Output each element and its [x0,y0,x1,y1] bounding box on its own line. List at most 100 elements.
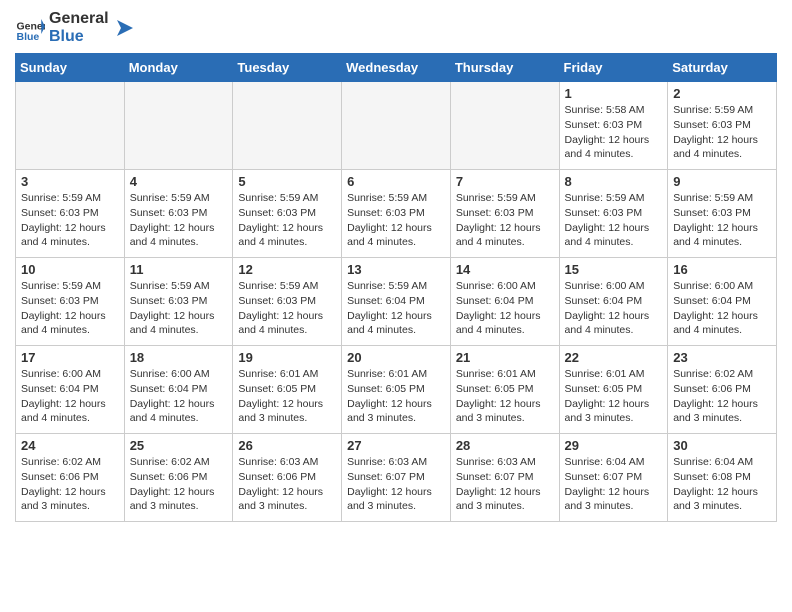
day-info: Sunrise: 5:59 AM Sunset: 6:03 PM Dayligh… [673,103,771,162]
calendar-cell: 2 Sunrise: 5:59 AM Sunset: 6:03 PM Daylig… [668,82,777,170]
weekday-header-row: SundayMondayTuesdayWednesdayThursdayFrid… [16,54,777,82]
calendar-week-row: 10 Sunrise: 5:59 AM Sunset: 6:03 PM Dayli… [16,258,777,346]
day-info: Sunrise: 5:59 AM Sunset: 6:03 PM Dayligh… [347,191,445,250]
calendar-week-row: 17 Sunrise: 6:00 AM Sunset: 6:04 PM Dayli… [16,346,777,434]
day-info: Sunrise: 6:01 AM Sunset: 6:05 PM Dayligh… [347,367,445,426]
weekday-header-friday: Friday [559,54,668,82]
day-number: 10 [21,262,119,277]
day-info: Sunrise: 6:03 AM Sunset: 6:07 PM Dayligh… [347,455,445,514]
logo-icon: General Blue [15,13,45,43]
day-info: Sunrise: 6:04 AM Sunset: 6:08 PM Dayligh… [673,455,771,514]
calendar-body: 1 Sunrise: 5:58 AM Sunset: 6:03 PM Daylig… [16,82,777,522]
calendar-cell: 18 Sunrise: 6:00 AM Sunset: 6:04 PM Dayli… [124,346,233,434]
calendar-cell: 11 Sunrise: 5:59 AM Sunset: 6:03 PM Dayli… [124,258,233,346]
day-number: 8 [565,174,663,189]
calendar-table: SundayMondayTuesdayWednesdayThursdayFrid… [15,53,777,522]
calendar-cell: 7 Sunrise: 5:59 AM Sunset: 6:03 PM Daylig… [450,170,559,258]
calendar-week-row: 24 Sunrise: 6:02 AM Sunset: 6:06 PM Dayli… [16,434,777,522]
day-number: 15 [565,262,663,277]
calendar-cell: 3 Sunrise: 5:59 AM Sunset: 6:03 PM Daylig… [16,170,125,258]
day-number: 9 [673,174,771,189]
day-info: Sunrise: 5:59 AM Sunset: 6:03 PM Dayligh… [565,191,663,250]
day-info: Sunrise: 5:58 AM Sunset: 6:03 PM Dayligh… [565,103,663,162]
day-info: Sunrise: 6:00 AM Sunset: 6:04 PM Dayligh… [673,279,771,338]
day-info: Sunrise: 5:59 AM Sunset: 6:03 PM Dayligh… [21,191,119,250]
day-number: 11 [130,262,228,277]
day-info: Sunrise: 6:03 AM Sunset: 6:06 PM Dayligh… [238,455,336,514]
weekday-header-saturday: Saturday [668,54,777,82]
logo-blue-text: Blue [49,28,109,46]
day-number: 13 [347,262,445,277]
day-info: Sunrise: 5:59 AM Sunset: 6:03 PM Dayligh… [21,279,119,338]
day-number: 2 [673,86,771,101]
calendar-cell: 16Sunrise: 6:00 AM Sunset: 6:04 PM Dayli… [668,258,777,346]
day-info: Sunrise: 5:59 AM Sunset: 6:03 PM Dayligh… [130,279,228,338]
day-info: Sunrise: 5:59 AM Sunset: 6:03 PM Dayligh… [456,191,554,250]
day-info: Sunrise: 5:59 AM Sunset: 6:03 PM Dayligh… [130,191,228,250]
day-info: Sunrise: 6:03 AM Sunset: 6:07 PM Dayligh… [456,455,554,514]
calendar-week-row: 1 Sunrise: 5:58 AM Sunset: 6:03 PM Daylig… [16,82,777,170]
day-number: 26 [238,438,336,453]
day-info: Sunrise: 5:59 AM Sunset: 6:03 PM Dayligh… [238,279,336,338]
day-info: Sunrise: 6:00 AM Sunset: 6:04 PM Dayligh… [456,279,554,338]
calendar-cell: 23Sunrise: 6:02 AM Sunset: 6:06 PM Dayli… [668,346,777,434]
calendar-cell [233,82,342,170]
weekday-header-thursday: Thursday [450,54,559,82]
day-number: 12 [238,262,336,277]
day-number: 18 [130,350,228,365]
day-info: Sunrise: 6:01 AM Sunset: 6:05 PM Dayligh… [238,367,336,426]
calendar-cell: 26 Sunrise: 6:03 AM Sunset: 6:06 PM Dayli… [233,434,342,522]
day-number: 5 [238,174,336,189]
calendar-cell: 25Sunrise: 6:02 AM Sunset: 6:06 PM Dayli… [124,434,233,522]
weekday-header-wednesday: Wednesday [342,54,451,82]
svg-text:Blue: Blue [17,31,40,43]
day-number: 24 [21,438,119,453]
calendar-cell [124,82,233,170]
calendar-week-row: 3 Sunrise: 5:59 AM Sunset: 6:03 PM Daylig… [16,170,777,258]
day-number: 30 [673,438,771,453]
calendar-cell: 21Sunrise: 6:01 AM Sunset: 6:05 PM Dayli… [450,346,559,434]
calendar-cell: 5 Sunrise: 5:59 AM Sunset: 6:03 PM Daylig… [233,170,342,258]
day-number: 1 [565,86,663,101]
calendar-cell: 1 Sunrise: 5:58 AM Sunset: 6:03 PM Daylig… [559,82,668,170]
day-info: Sunrise: 6:04 AM Sunset: 6:07 PM Dayligh… [565,455,663,514]
calendar-cell: 10 Sunrise: 5:59 AM Sunset: 6:03 PM Dayli… [16,258,125,346]
day-number: 21 [456,350,554,365]
day-info: Sunrise: 6:01 AM Sunset: 6:05 PM Dayligh… [565,367,663,426]
calendar-cell: 19 Sunrise: 6:01 AM Sunset: 6:05 PM Dayli… [233,346,342,434]
calendar-cell [450,82,559,170]
calendar-cell: 14 Sunrise: 6:00 AM Sunset: 6:04 PM Dayli… [450,258,559,346]
calendar-cell: 15Sunrise: 6:00 AM Sunset: 6:04 PM Dayli… [559,258,668,346]
day-info: Sunrise: 6:00 AM Sunset: 6:04 PM Dayligh… [130,367,228,426]
weekday-header-tuesday: Tuesday [233,54,342,82]
logo-arrow-icon [113,16,137,40]
day-number: 6 [347,174,445,189]
calendar-cell: 28 Sunrise: 6:03 AM Sunset: 6:07 PM Dayli… [450,434,559,522]
day-info: Sunrise: 6:02 AM Sunset: 6:06 PM Dayligh… [21,455,119,514]
day-number: 17 [21,350,119,365]
day-number: 3 [21,174,119,189]
day-number: 27 [347,438,445,453]
day-number: 20 [347,350,445,365]
calendar-cell: 17 Sunrise: 6:00 AM Sunset: 6:04 PM Dayli… [16,346,125,434]
calendar-cell: 24 Sunrise: 6:02 AM Sunset: 6:06 PM Dayli… [16,434,125,522]
day-number: 29 [565,438,663,453]
day-number: 19 [238,350,336,365]
day-number: 28 [456,438,554,453]
calendar-cell: 29 Sunrise: 6:04 AM Sunset: 6:07 PM Dayli… [559,434,668,522]
calendar-cell: 12 Sunrise: 5:59 AM Sunset: 6:03 PM Dayli… [233,258,342,346]
weekday-header-monday: Monday [124,54,233,82]
day-number: 23 [673,350,771,365]
day-info: Sunrise: 5:59 AM Sunset: 6:03 PM Dayligh… [238,191,336,250]
calendar-header: SundayMondayTuesdayWednesdayThursdayFrid… [16,54,777,82]
page-header: General Blue General Blue [15,10,777,45]
day-info: Sunrise: 6:00 AM Sunset: 6:04 PM Dayligh… [21,367,119,426]
day-info: Sunrise: 6:02 AM Sunset: 6:06 PM Dayligh… [130,455,228,514]
logo-general-text: General [49,10,109,28]
calendar-cell: 30 Sunrise: 6:04 AM Sunset: 6:08 PM Dayli… [668,434,777,522]
day-number: 7 [456,174,554,189]
calendar-cell: 20 Sunrise: 6:01 AM Sunset: 6:05 PM Dayli… [342,346,451,434]
calendar-cell: 13Sunrise: 5:59 AM Sunset: 6:04 PM Dayli… [342,258,451,346]
day-number: 14 [456,262,554,277]
calendar-cell [16,82,125,170]
